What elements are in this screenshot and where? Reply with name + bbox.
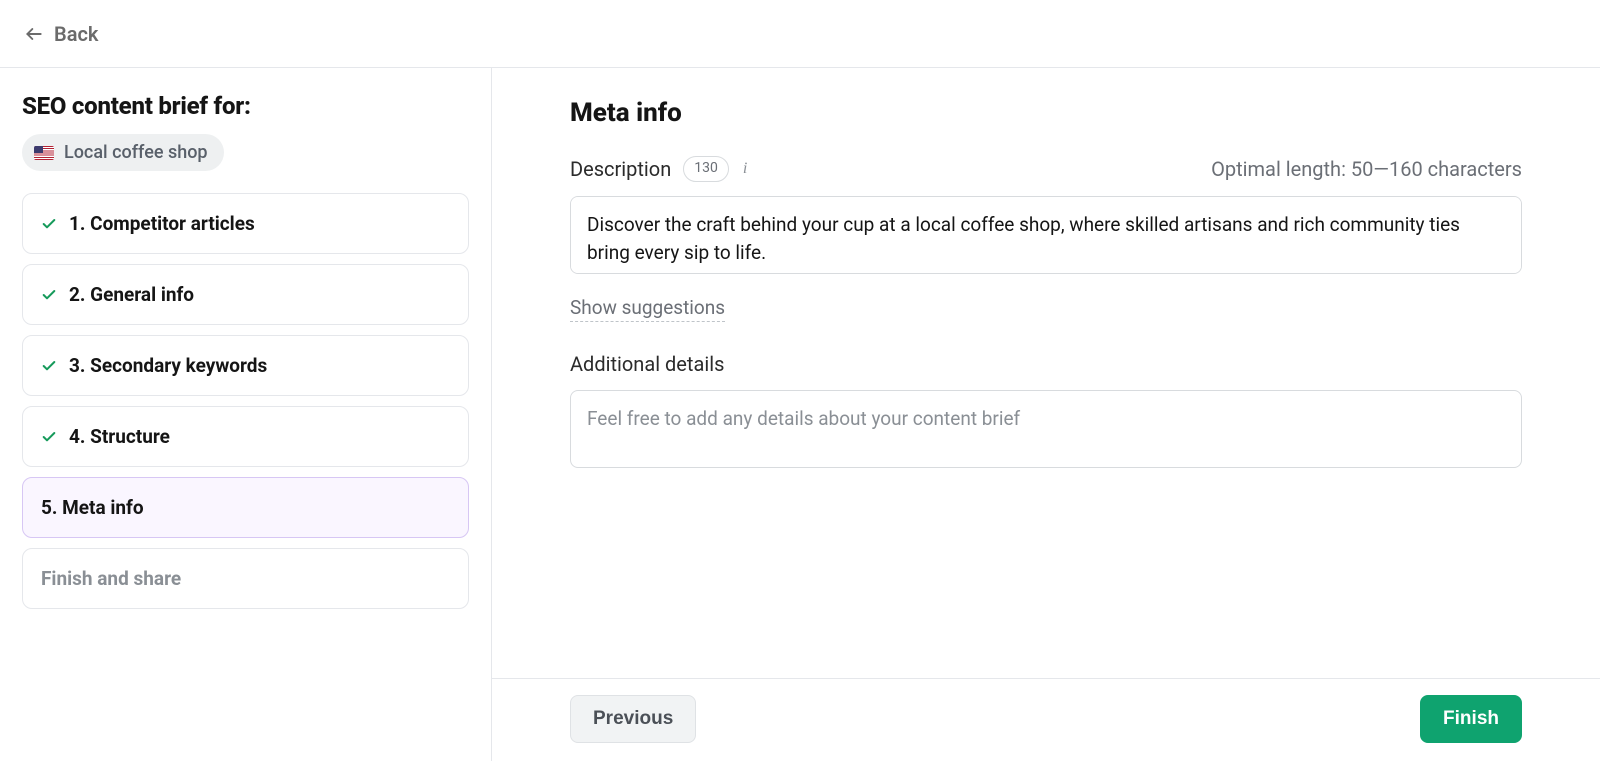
show-suggestions-link[interactable]: Show suggestions <box>570 296 725 322</box>
step-label: 2. General info <box>69 283 194 306</box>
check-icon <box>41 358 57 374</box>
step-label: 5. Meta info <box>41 496 144 519</box>
main-area: SEO content brief for: Local coffee shop… <box>0 68 1600 761</box>
step-label: Finish and share <box>41 567 181 590</box>
additional-details-label: Additional details <box>570 352 1522 376</box>
footer-bar: Previous Finish <box>492 678 1600 761</box>
step-meta-info[interactable]: 5. Meta info <box>22 477 469 538</box>
description-header-row: Description 130 i Optimal length: 50—160… <box>570 156 1522 182</box>
arrow-left-icon <box>24 24 44 44</box>
topic-label: Local coffee shop <box>64 142 208 163</box>
step-general-info[interactable]: 2. General info <box>22 264 469 325</box>
step-label: 3. Secondary keywords <box>69 354 267 377</box>
previous-button[interactable]: Previous <box>570 695 696 743</box>
step-structure[interactable]: 4. Structure <box>22 406 469 467</box>
description-label-group: Description 130 i <box>570 156 749 182</box>
sidebar: SEO content brief for: Local coffee shop… <box>0 68 492 761</box>
back-button[interactable]: Back <box>24 22 98 46</box>
check-icon <box>41 216 57 232</box>
top-bar: Back <box>0 0 1600 68</box>
content-pane: Meta info Description 130 i Optimal leng… <box>492 68 1600 761</box>
description-label: Description <box>570 157 671 181</box>
additional-details-input[interactable] <box>570 390 1522 468</box>
content-inner: Meta info Description 130 i Optimal leng… <box>492 68 1600 678</box>
flag-us-icon <box>34 146 54 160</box>
step-secondary-keywords[interactable]: 3. Secondary keywords <box>22 335 469 396</box>
finish-button[interactable]: Finish <box>1420 695 1522 743</box>
char-count-badge: 130 <box>683 156 729 182</box>
topic-chip[interactable]: Local coffee shop <box>22 134 224 171</box>
back-label: Back <box>54 22 98 46</box>
step-label: 1. Competitor articles <box>69 212 255 235</box>
description-input[interactable] <box>570 196 1522 274</box>
step-list: 1. Competitor articles 2. General info 3… <box>22 193 469 609</box>
check-icon <box>41 429 57 445</box>
optimal-length-text: Optimal length: 50—160 characters <box>1211 157 1522 181</box>
step-finish-share[interactable]: Finish and share <box>22 548 469 609</box>
section-title: Meta info <box>570 98 1522 128</box>
step-label: 4. Structure <box>69 425 170 448</box>
info-icon[interactable]: i <box>741 160 749 178</box>
sidebar-title: SEO content brief for: <box>22 92 469 120</box>
check-icon <box>41 287 57 303</box>
step-competitor-articles[interactable]: 1. Competitor articles <box>22 193 469 254</box>
